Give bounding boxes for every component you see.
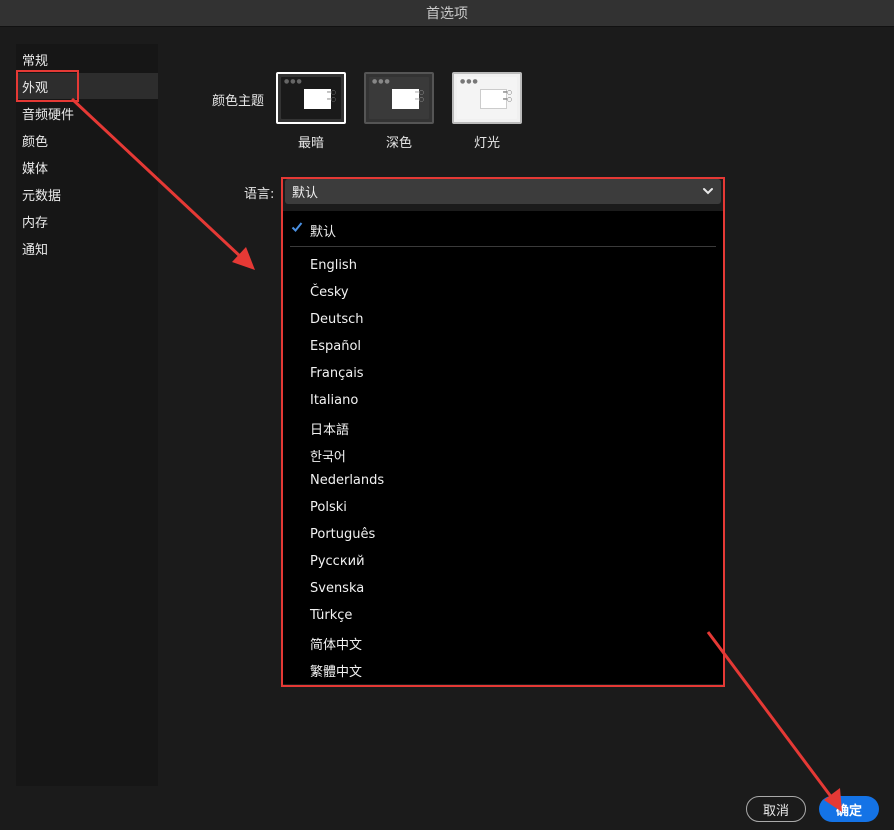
- sidebar-item-general[interactable]: 常规: [16, 46, 158, 72]
- sidebar-item-label: 通知: [22, 242, 49, 258]
- theme-light-label: 灯光: [473, 136, 500, 151]
- cancel-button[interactable]: 取消: [746, 796, 806, 822]
- sidebar-item-label: 音频硬件: [22, 107, 75, 123]
- color-theme-label: 颜色主题: [212, 94, 265, 109]
- sidebar-item-media[interactable]: 媒体: [16, 154, 158, 180]
- sidebar-item-memory[interactable]: 内存: [16, 208, 158, 234]
- sidebar-item-label: 内存: [22, 215, 49, 231]
- sidebar-item-color[interactable]: 颜色: [16, 127, 158, 153]
- theme-light-swatch[interactable]: ●●● ━○ ━○: [452, 72, 522, 124]
- theme-dark-label: 深色: [385, 136, 412, 151]
- theme-darkest-swatch[interactable]: ●●● ━○ ━○: [276, 72, 346, 124]
- theme-darkest-label: 最暗: [297, 136, 324, 151]
- annotation-highlight-language: [281, 177, 725, 687]
- language-label: 语言:: [244, 187, 275, 202]
- window-title: 首选项: [426, 6, 468, 22]
- sidebar-item-label: 常规: [22, 53, 49, 69]
- arrowhead-icon: [232, 247, 255, 270]
- cancel-button-label: 取消: [762, 803, 789, 819]
- sidebar-item-label: 元数据: [22, 188, 62, 204]
- ok-button[interactable]: 确定: [819, 796, 879, 822]
- window-dots-icon: ●●●: [372, 78, 391, 85]
- sidebar-item-label: 颜色: [22, 134, 49, 150]
- controls-icon: ━○ ━○: [327, 89, 336, 103]
- annotation-arrow-to-ok: [706, 631, 834, 799]
- sidebar-item-notifications[interactable]: 通知: [16, 235, 158, 261]
- controls-icon: ━○ ━○: [503, 89, 512, 103]
- sidebar-item-label: 媒体: [22, 161, 49, 177]
- theme-dark-swatch[interactable]: ●●● ━○ ━○: [364, 72, 434, 124]
- ok-button-label: 确定: [835, 803, 862, 819]
- sidebar-item-metadata[interactable]: 元数据: [16, 181, 158, 207]
- controls-icon: ━○ ━○: [415, 89, 424, 103]
- sidebar-item-audio-hardware[interactable]: 音频硬件: [16, 100, 158, 126]
- window-titlebar: 首选项: [0, 0, 894, 27]
- annotation-highlight-appearance: [16, 70, 79, 102]
- preferences-sidebar: 常规 外观 音频硬件 颜色 媒体 元数据 内存 通知: [16, 44, 158, 786]
- window-dots-icon: ●●●: [460, 78, 479, 85]
- window-dots-icon: ●●●: [284, 78, 303, 85]
